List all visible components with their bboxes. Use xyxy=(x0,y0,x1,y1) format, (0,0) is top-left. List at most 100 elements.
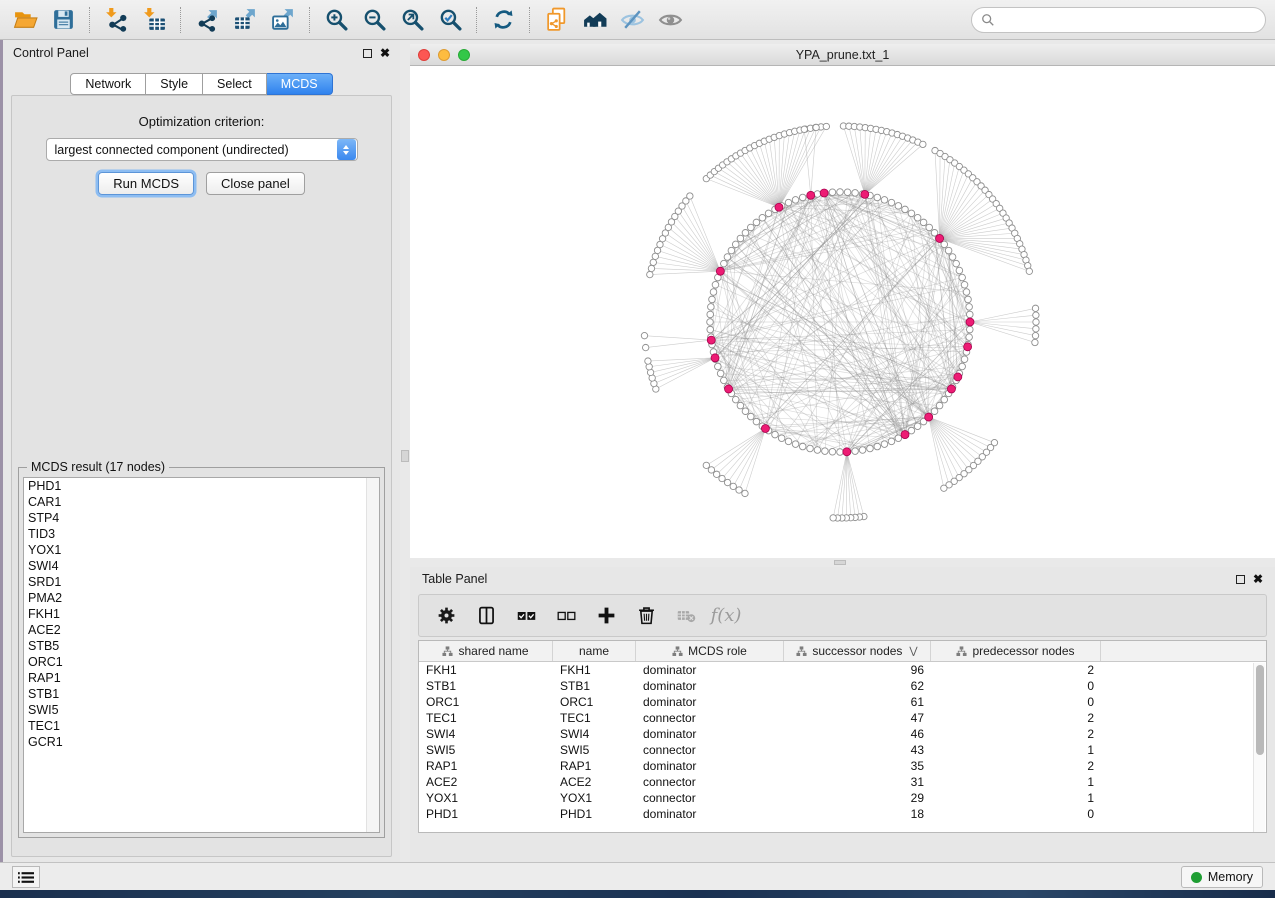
show-all-button[interactable] xyxy=(651,3,689,37)
memory-button[interactable]: Memory xyxy=(1181,866,1263,888)
mcds-node[interactable] xyxy=(725,385,733,393)
zoom-fit-button[interactable] xyxy=(393,3,431,37)
tab-select[interactable]: Select xyxy=(203,73,267,95)
add-column-button[interactable] xyxy=(591,600,621,632)
mcds-node[interactable] xyxy=(861,190,869,198)
first-neighbors-button[interactable] xyxy=(575,3,613,37)
scrollbar-thumb[interactable] xyxy=(1256,665,1264,755)
mcds-node[interactable] xyxy=(716,267,724,275)
mcds-node[interactable] xyxy=(707,336,715,344)
table-row[interactable]: YOX1YOX1connector291 xyxy=(419,790,1266,806)
table-row[interactable]: PHD1PHD1dominator180 xyxy=(419,806,1266,822)
float-panel-icon[interactable] xyxy=(1236,575,1245,584)
tab-network[interactable]: Network xyxy=(70,73,146,95)
export-network-button[interactable] xyxy=(188,3,226,37)
mcds-result-item[interactable]: YOX1 xyxy=(24,542,379,558)
column-header-predecessor-nodes[interactable]: predecessor nodes xyxy=(931,641,1101,661)
mcds-result-item[interactable]: STP4 xyxy=(24,510,379,526)
mcds-result-item[interactable]: RAP1 xyxy=(24,670,379,686)
column-header-successor-nodes[interactable]: successor nodes ⋁ xyxy=(784,641,931,661)
mcds-result-item[interactable]: ORC1 xyxy=(24,654,379,670)
table-row[interactable]: SWI5SWI5connector431 xyxy=(419,742,1266,758)
mcds-node[interactable] xyxy=(947,385,955,393)
table-scrollbar[interactable] xyxy=(1253,663,1265,832)
mcds-result-item[interactable]: SWI5 xyxy=(24,702,379,718)
clone-network-button[interactable] xyxy=(537,3,575,37)
zoom-in-button[interactable] xyxy=(317,3,355,37)
task-history-button[interactable] xyxy=(12,866,40,888)
mcds-result-list[interactable]: PHD1CAR1STP4TID3YOX1SWI4SRD1PMA2FKH1ACE2… xyxy=(23,477,380,833)
export-image-button[interactable] xyxy=(264,3,302,37)
run-mcds-button[interactable]: Run MCDS xyxy=(98,172,194,195)
import-table-button[interactable] xyxy=(135,3,173,37)
save-session-button[interactable] xyxy=(44,3,82,37)
close-panel-button[interactable]: Close panel xyxy=(206,172,305,195)
table-row[interactable]: ORC1ORC1dominator610 xyxy=(419,694,1266,710)
open-file-button[interactable] xyxy=(6,3,44,37)
splitter-grip[interactable] xyxy=(834,560,846,565)
mcds-result-item[interactable]: CAR1 xyxy=(24,494,379,510)
open-folder-icon xyxy=(13,7,38,32)
table-row[interactable]: ACE2ACE2connector311 xyxy=(419,774,1266,790)
zoom-fit-icon xyxy=(400,7,425,32)
mcds-result-item[interactable]: GCR1 xyxy=(24,734,379,750)
function-builder-button[interactable]: f(x) xyxy=(711,600,741,632)
close-panel-icon[interactable]: ✖ xyxy=(380,49,390,58)
deselect-all-button[interactable] xyxy=(551,600,581,632)
table-cell: 0 xyxy=(931,679,1101,693)
column-header-mcds-role[interactable]: MCDS role xyxy=(636,641,784,661)
mcds-node[interactable] xyxy=(775,203,783,211)
float-panel-icon[interactable] xyxy=(363,49,372,58)
tab-style[interactable]: Style xyxy=(146,73,203,95)
column-header-name[interactable]: name xyxy=(553,641,636,661)
mcds-result-item[interactable]: SWI4 xyxy=(24,558,379,574)
export-table-button[interactable] xyxy=(226,3,264,37)
refresh-view-button[interactable] xyxy=(484,3,522,37)
table-row[interactable]: TEC1TEC1connector472 xyxy=(419,710,1266,726)
splitter-grip[interactable] xyxy=(401,450,409,462)
mcds-list-scrollbar[interactable] xyxy=(366,478,379,832)
import-network-button[interactable] xyxy=(97,3,135,37)
mcds-result-item[interactable]: PMA2 xyxy=(24,590,379,606)
tab-mcds[interactable]: MCDS xyxy=(267,73,333,95)
vertical-splitter[interactable] xyxy=(400,40,410,862)
select-all-button[interactable] xyxy=(511,600,541,632)
zoom-out-button[interactable] xyxy=(355,3,393,37)
mcds-result-item[interactable]: STB5 xyxy=(24,638,379,654)
column-header-shared-name[interactable]: shared name xyxy=(419,641,553,661)
mcds-node[interactable] xyxy=(711,354,719,362)
delete-table-button[interactable] xyxy=(671,600,701,632)
mcds-node[interactable] xyxy=(761,424,769,432)
mcds-node[interactable] xyxy=(936,234,944,242)
mcds-node[interactable] xyxy=(807,191,815,199)
table-row[interactable]: STB1STB1dominator620 xyxy=(419,678,1266,694)
table-settings-button[interactable] xyxy=(431,600,461,632)
mcds-node[interactable] xyxy=(964,343,972,351)
mcds-result-item[interactable]: ACE2 xyxy=(24,622,379,638)
mcds-result-item[interactable]: TEC1 xyxy=(24,718,379,734)
mcds-result-item[interactable]: TID3 xyxy=(24,526,379,542)
zoom-selected-button[interactable] xyxy=(431,3,469,37)
hide-selected-button[interactable] xyxy=(613,3,651,37)
horizontal-splitter[interactable] xyxy=(410,558,1275,567)
mcds-result-item[interactable]: PHD1 xyxy=(24,478,379,494)
mcds-node[interactable] xyxy=(966,318,974,326)
mcds-node[interactable] xyxy=(954,373,962,381)
search-input[interactable] xyxy=(1000,10,1265,30)
show-columns-button[interactable] xyxy=(471,600,501,632)
table-row[interactable]: FKH1FKH1dominator962 xyxy=(419,662,1266,678)
mcds-result-item[interactable]: STB1 xyxy=(24,686,379,702)
close-panel-icon[interactable]: ✖ xyxy=(1253,575,1263,584)
table-row[interactable]: SWI4SWI4dominator462 xyxy=(419,726,1266,742)
mcds-node[interactable] xyxy=(820,189,828,197)
search-field[interactable] xyxy=(971,7,1266,33)
criterion-dropdown[interactable]: largest connected component (undirected) xyxy=(46,138,358,161)
mcds-node[interactable] xyxy=(843,448,851,456)
mcds-node[interactable] xyxy=(925,413,933,421)
network-view-canvas[interactable] xyxy=(410,66,1275,558)
table-row[interactable]: RAP1RAP1dominator352 xyxy=(419,758,1266,774)
delete-column-button[interactable] xyxy=(631,600,661,632)
mcds-result-item[interactable]: SRD1 xyxy=(24,574,379,590)
mcds-result-item[interactable]: FKH1 xyxy=(24,606,379,622)
mcds-node[interactable] xyxy=(901,431,909,439)
